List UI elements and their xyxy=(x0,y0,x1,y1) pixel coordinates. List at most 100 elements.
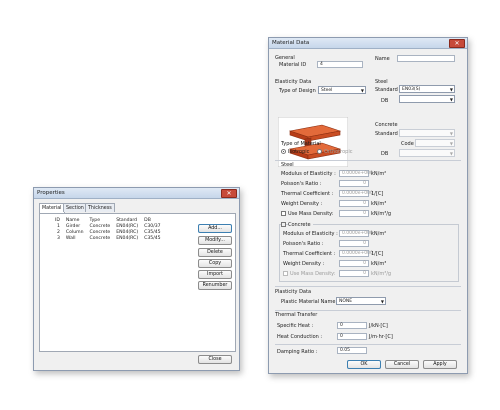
modify-button[interactable]: Modify... xyxy=(198,236,232,245)
col-standard[interactable]: Standard xyxy=(113,217,141,223)
concrete-poisson-input[interactable]: 0 xyxy=(339,240,369,247)
delete-button[interactable]: Delete xyxy=(198,248,232,257)
concrete-db-select[interactable]: ▼ xyxy=(399,149,455,157)
tab-thickness[interactable]: Thickness xyxy=(85,203,115,212)
steel-db-select[interactable]: ▼ xyxy=(399,95,455,103)
steel-mass-density-input[interactable]: 0 xyxy=(339,210,369,217)
concrete-thermal-label: Thermal Coefficient : xyxy=(283,251,336,257)
concrete-standard-select[interactable]: ▼ xyxy=(399,129,455,137)
concrete-mass-density-unit: kN/m³/g xyxy=(371,271,392,277)
concrete-code-select[interactable]: ▼ xyxy=(415,139,455,147)
steel-group-label: Steel xyxy=(375,79,388,85)
cell-type: Concrete xyxy=(89,229,111,235)
concrete-thermal-input[interactable]: 0.0000e+000 xyxy=(339,250,373,257)
concrete-modulus-input[interactable]: 0.0000e+000 xyxy=(339,230,373,237)
steel-weight-unit: kN/m³ xyxy=(371,201,387,207)
chevron-down-icon: ▼ xyxy=(449,151,453,156)
damping-ratio-input[interactable]: 0.05 xyxy=(337,347,367,354)
apply-button[interactable]: Apply xyxy=(423,360,457,369)
chevron-down-icon: ▼ xyxy=(360,88,364,93)
material-id-label: Material ID xyxy=(279,62,307,68)
properties-title: Properties xyxy=(37,190,65,196)
steel-db-label: DB xyxy=(381,98,389,104)
properties-panel: ID Name Type Standard DB 1 Girder Concre… xyxy=(39,213,236,352)
specific-heat-label: Specific Heat : xyxy=(277,323,314,329)
concrete-standard-label: Standard xyxy=(375,131,398,137)
concrete-sub-heading: Concrete xyxy=(288,222,313,228)
elasticity-heading: Elasticity Data xyxy=(275,79,312,85)
steel-mass-density-unit: kN/m³/g xyxy=(371,211,392,217)
cell-name: Column xyxy=(65,229,84,235)
steel-modulus-label: Modulus of Elasticity : xyxy=(281,171,336,177)
tab-section[interactable]: Section xyxy=(63,203,87,212)
specific-heat-input[interactable]: 0 xyxy=(337,322,367,329)
steel-mass-density-checkbox[interactable] xyxy=(281,211,286,216)
type-of-design-label: Type of Design xyxy=(279,88,316,94)
steel-poisson-input[interactable]: 0 xyxy=(339,180,369,187)
orthotropic-radio[interactable] xyxy=(317,149,322,154)
concrete-weight-input[interactable]: 0 xyxy=(339,260,369,267)
concrete-group-label: Concrete xyxy=(375,122,398,128)
material-id-input[interactable]: 4 xyxy=(317,61,363,68)
cancel-button[interactable]: Cancel xyxy=(385,360,419,369)
plastic-material-select[interactable]: NONE ▼ xyxy=(336,297,386,305)
steel-standard-value: EN03(S) xyxy=(402,87,421,92)
concrete-poisson-label: Poisson's Ratio : xyxy=(283,241,324,247)
close-button[interactable]: Close xyxy=(198,355,232,364)
steel-modulus-input[interactable]: 0.0000e+000 xyxy=(339,170,373,177)
concrete-mass-density-label: Use Mass Density: xyxy=(290,271,336,277)
heat-conduction-input[interactable]: 0 xyxy=(337,333,367,340)
steel-modulus-unit: kN/m² xyxy=(371,171,387,177)
properties-tabbar: Material Section Thickness xyxy=(39,203,239,213)
concrete-mass-density-input[interactable]: 0 xyxy=(339,270,369,277)
cell-db: C35/45 xyxy=(144,229,161,235)
concrete-db-label: DB xyxy=(381,151,389,157)
table-row[interactable]: 3 Wall Concrete EN04(RC) C35/45 xyxy=(52,235,164,241)
plastic-material-value: NONE xyxy=(339,299,353,304)
steel-sub-heading: Steel xyxy=(281,162,294,168)
concrete-checkbox[interactable] xyxy=(281,222,286,227)
renumber-button[interactable]: Renumber xyxy=(198,281,232,290)
specific-heat-unit: J/kN·[C] xyxy=(369,323,388,329)
material-titlebar[interactable]: Material Data ✕ xyxy=(269,38,467,49)
properties-titlebar[interactable]: Properties ✕ xyxy=(34,188,239,199)
material-title: Material Data xyxy=(272,40,310,46)
plasticity-divider xyxy=(275,286,461,287)
table-row[interactable]: 1 Girder Concrete EN04(RC) C30/37 xyxy=(52,223,164,229)
import-button[interactable]: Import xyxy=(198,270,232,279)
name-input[interactable] xyxy=(397,55,455,62)
cell-name: Wall xyxy=(65,235,76,241)
steel-thermal-input[interactable]: 0.0000e+000 xyxy=(339,190,373,197)
concrete-modulus-label: Modulus of Elasticity : xyxy=(283,231,338,237)
close-icon[interactable]: ✕ xyxy=(221,189,237,198)
orthotropic-label: Orthotropic xyxy=(324,149,353,155)
chevron-down-icon: ▼ xyxy=(449,97,453,102)
close-icon[interactable]: ✕ xyxy=(449,39,465,48)
name-label: Name xyxy=(375,56,390,62)
cell-id: 3 xyxy=(56,235,60,241)
steel-standard-select[interactable]: EN03(S) ▼ xyxy=(399,85,455,93)
table-row[interactable]: 2 Column Concrete EN04(RC) C35/45 xyxy=(52,229,164,235)
plasticity-heading: Plasticity Data xyxy=(275,289,312,295)
cell-db: C30/37 xyxy=(144,223,161,229)
steel-weight-input[interactable]: 0 xyxy=(339,200,369,207)
chevron-down-icon: ▼ xyxy=(449,87,453,92)
type-of-design-select[interactable]: Steel ▼ xyxy=(318,86,366,94)
chevron-down-icon: ▼ xyxy=(380,299,384,304)
steel-thermal-label: Thermal Coefficient : xyxy=(281,191,334,197)
general-heading: General xyxy=(275,55,295,61)
copy-button[interactable]: Copy xyxy=(198,259,232,268)
isotropic-radio[interactable] xyxy=(281,149,286,154)
cell-standard: EN04(RC) xyxy=(116,229,139,235)
steel-divider xyxy=(275,160,461,161)
concrete-thermal-unit: 1/[C] xyxy=(371,251,384,257)
concrete-mass-density-checkbox[interactable] xyxy=(283,271,288,276)
ok-button[interactable]: OK xyxy=(347,360,381,369)
steel-weight-label: Weight Density : xyxy=(281,201,323,207)
steel-thermal-unit: 1/[C] xyxy=(371,191,384,197)
add-button[interactable]: Add... xyxy=(198,224,232,233)
steel-mass-density-label: Use Mass Density: xyxy=(288,211,334,217)
tab-material[interactable]: Material xyxy=(39,203,65,213)
isotropic-label: Isotropic xyxy=(288,149,310,155)
cell-standard: EN04(RC) xyxy=(116,223,139,229)
